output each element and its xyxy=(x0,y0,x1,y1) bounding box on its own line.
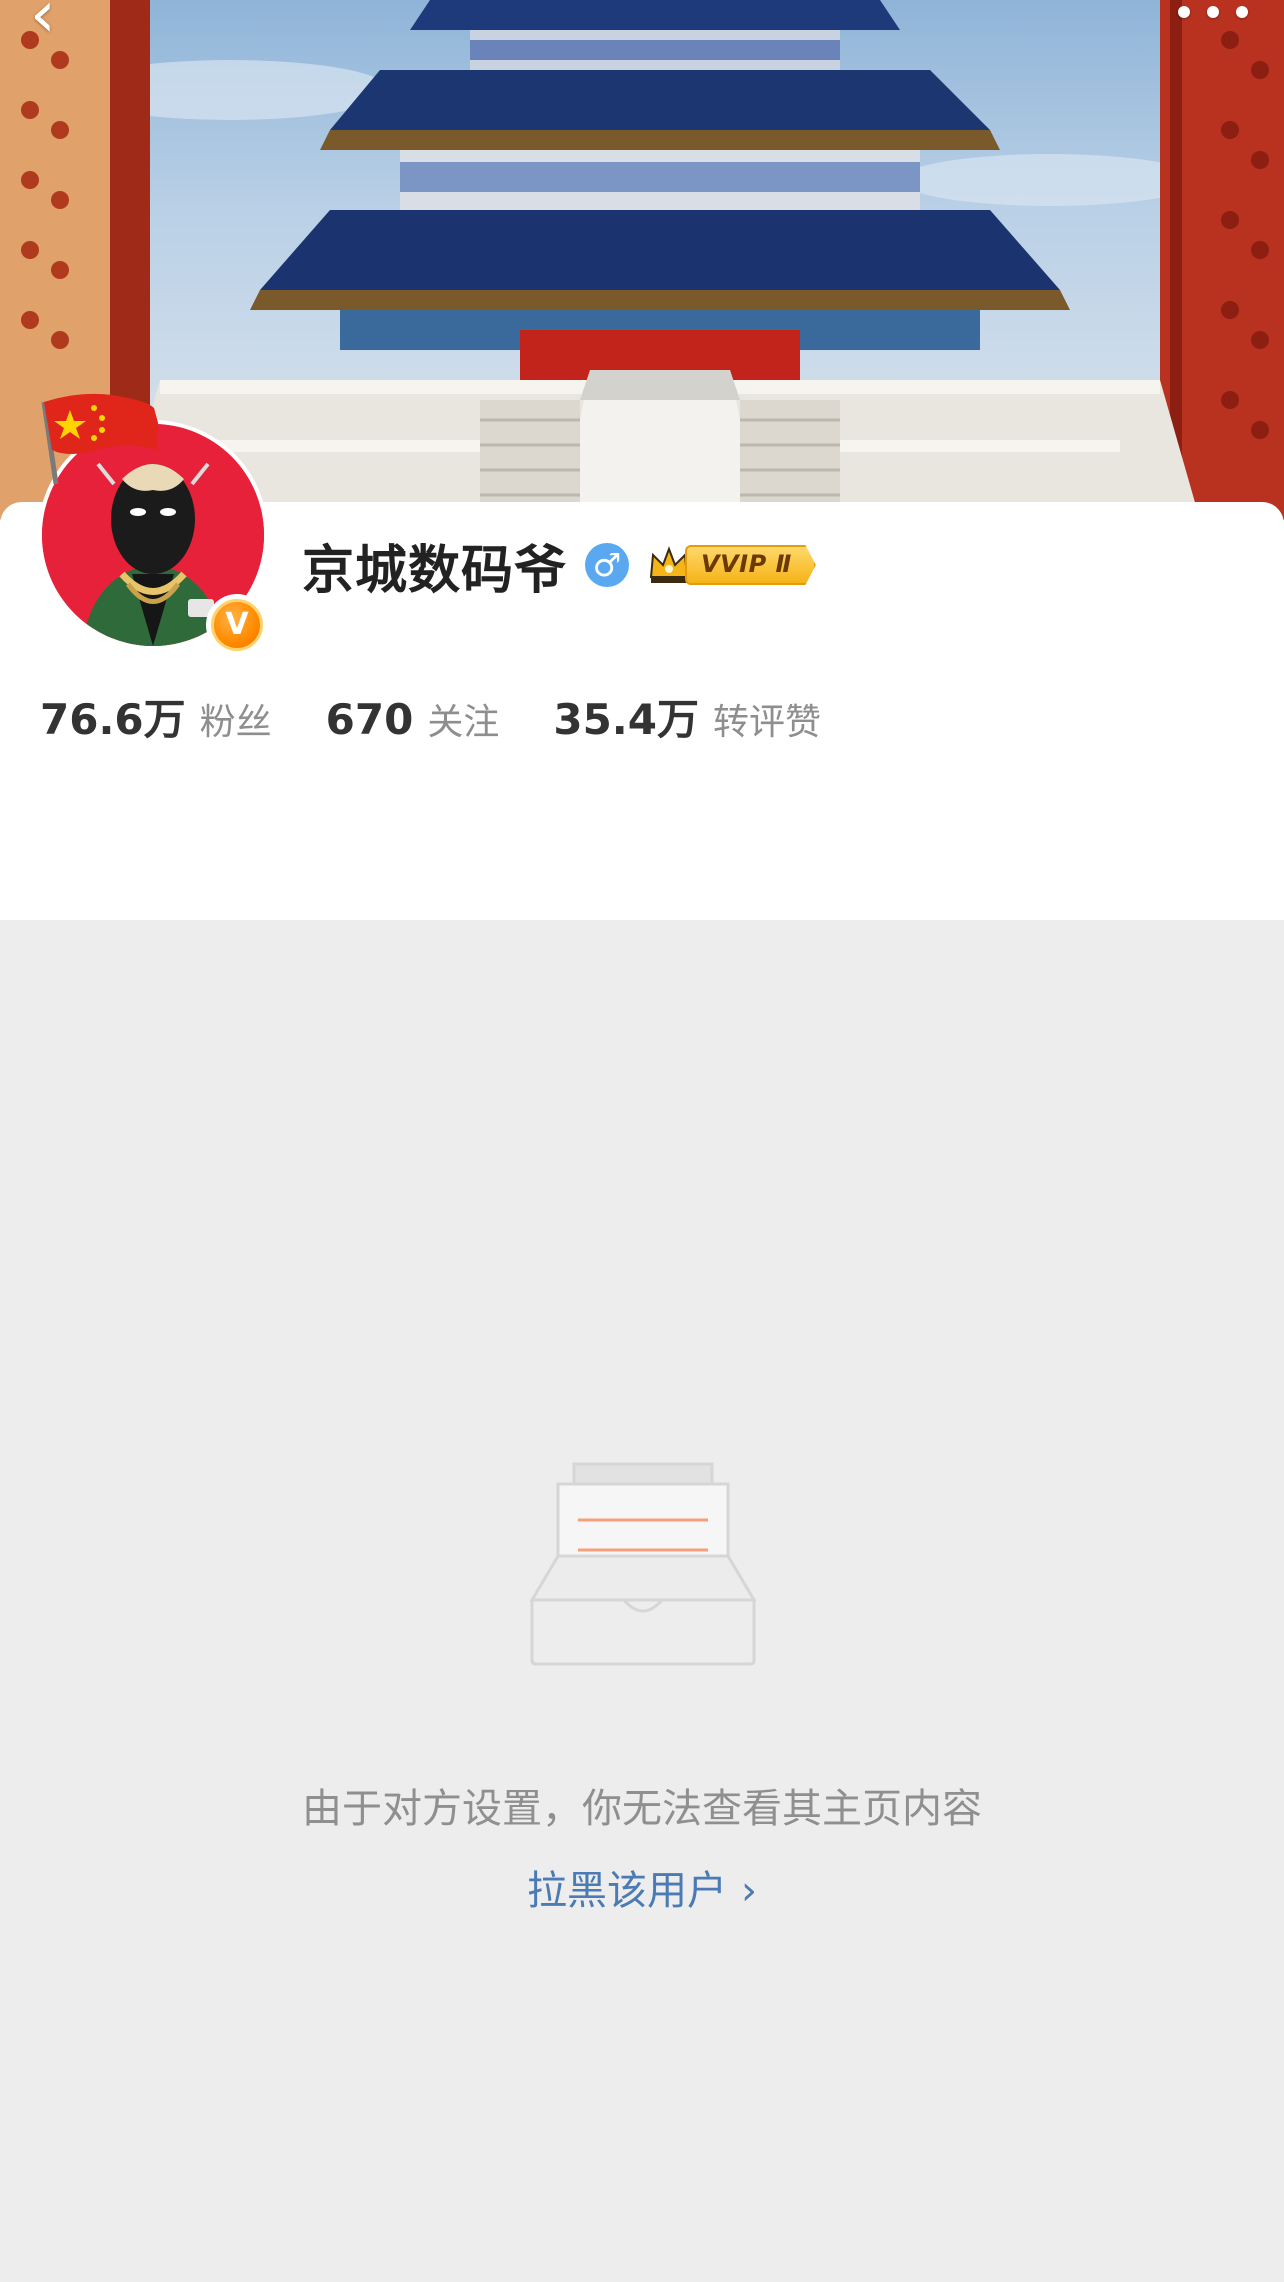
china-flag-icon xyxy=(41,393,158,485)
stat-label: 关注 xyxy=(427,702,500,743)
chevron-right-icon: › xyxy=(741,1868,757,1914)
stat-following[interactable]: 670 关注 xyxy=(326,693,500,745)
stat-followers[interactable]: 76.6万 粉丝 xyxy=(40,686,272,747)
verified-badge: V xyxy=(206,594,268,656)
chevron-left-icon: ‹ xyxy=(30,0,56,52)
stat-interactions: 35.4万 转评赞 xyxy=(553,686,821,747)
stat-label: 转评赞 xyxy=(712,702,821,743)
verified-v-icon: V xyxy=(211,599,263,651)
block-user-link[interactable]: 拉黑该用户 › xyxy=(0,1858,1284,1916)
stat-label: 粉丝 xyxy=(199,702,272,743)
crown-icon xyxy=(649,546,689,583)
stat-value: 35.4万 xyxy=(553,695,699,744)
username: 京城数码爷 xyxy=(302,540,568,601)
stats-row: 76.6万 粉丝 670 关注 35.4万 转评赞 xyxy=(40,686,875,746)
name-row: 京城数码爷 ♂ VVIP Ⅱ xyxy=(302,530,816,601)
male-gender-icon: ♂ xyxy=(585,543,630,587)
privacy-message: 由于对方设置，你无法查看其主页内容 xyxy=(302,1786,982,1832)
more-button[interactable] xyxy=(1178,0,1248,24)
vip-level-label: VVIP Ⅱ xyxy=(685,545,816,585)
empty-inbox-icon xyxy=(529,1462,757,1666)
more-dots-icon xyxy=(1178,6,1190,18)
stat-value: 670 xyxy=(325,695,414,744)
block-user-label: 拉黑该用户 xyxy=(527,1868,727,1914)
vip-badge[interactable]: VVIP Ⅱ xyxy=(647,543,816,587)
back-button[interactable]: ‹ xyxy=(30,0,90,50)
stat-value: 76.6万 xyxy=(40,695,186,744)
